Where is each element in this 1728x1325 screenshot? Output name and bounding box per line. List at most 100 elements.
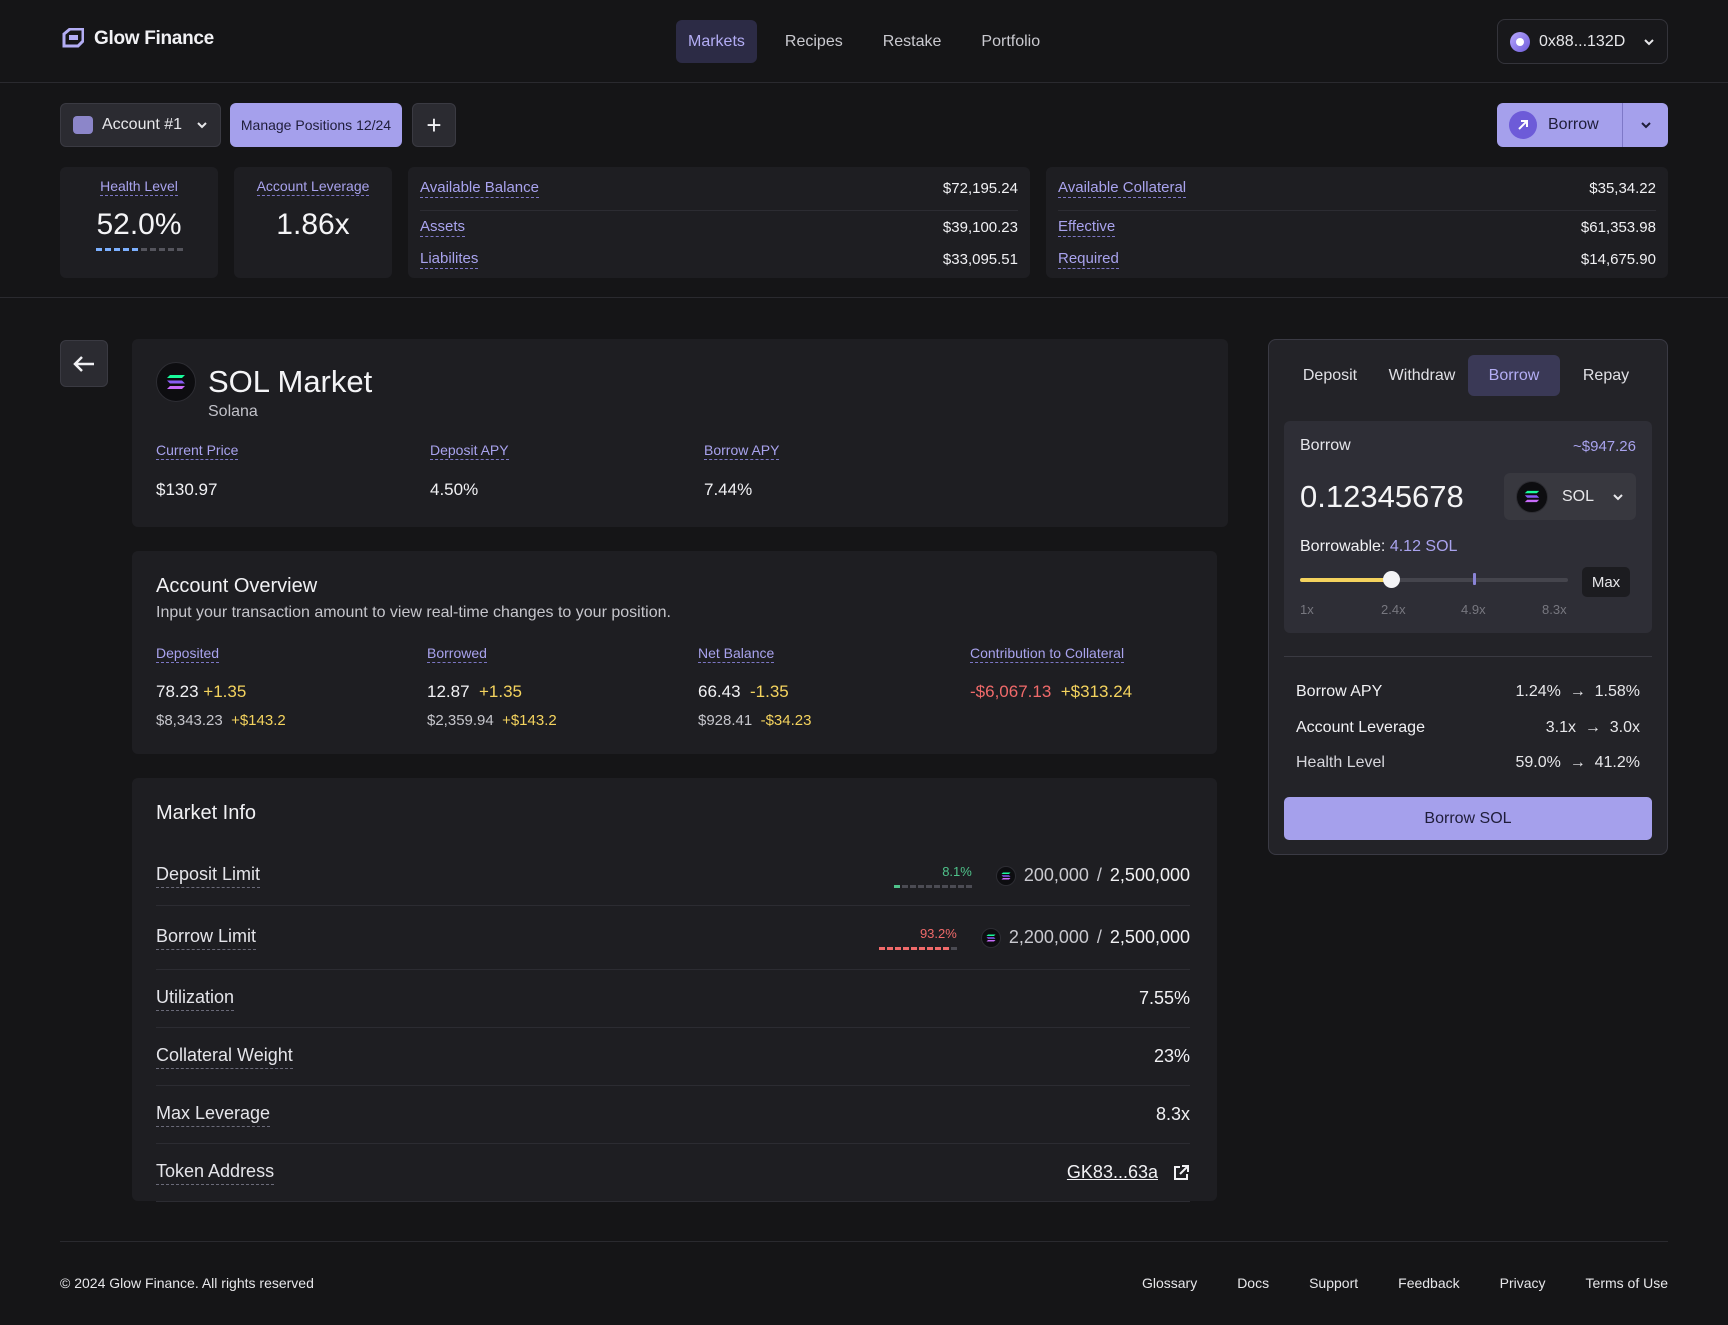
token-address-row: Token Address GK83...63a: [156, 1144, 1190, 1202]
token-address-label[interactable]: Token Address: [156, 1161, 275, 1185]
change-label: Account Leverage: [1296, 719, 1425, 736]
meter-segment: [176, 248, 183, 251]
borrow-sol-button[interactable]: Borrow SOL: [1284, 797, 1652, 840]
borrowed-usd: $2,359.94: [427, 712, 494, 729]
deposited-label[interactable]: Deposited: [156, 645, 220, 663]
nav-recipes[interactable]: Recipes: [773, 20, 855, 63]
deposit-limit-label[interactable]: Deposit Limit: [156, 864, 261, 888]
tab-withdraw[interactable]: Withdraw: [1376, 355, 1468, 396]
deposited-amount-delta: +1.35: [203, 682, 247, 701]
net-balance-usd: $928.41: [698, 712, 753, 729]
back-button[interactable]: [60, 340, 108, 387]
manage-positions-button[interactable]: Manage Positions 12/24: [230, 103, 402, 147]
account-selector[interactable]: Account #1: [60, 103, 221, 147]
slider-tick: 1x: [1300, 602, 1314, 617]
meter-segment: [894, 946, 901, 950]
collateral-weight-value: 23%: [1153, 1046, 1190, 1066]
change-to: 1.58%: [1594, 683, 1640, 700]
chevron-down-icon: [1644, 38, 1654, 45]
deposit-apy-label[interactable]: Deposit APY: [430, 442, 509, 460]
footer-link-support[interactable]: Support: [1309, 1275, 1358, 1291]
slider-fill: [1300, 578, 1391, 582]
slider-tick: 8.3x: [1542, 602, 1567, 617]
borrow-limit-label[interactable]: Borrow Limit: [156, 926, 257, 950]
solana-icon: [156, 362, 196, 402]
available-balance-label[interactable]: Available Balance: [420, 179, 539, 198]
tab-repay[interactable]: Repay: [1560, 355, 1652, 396]
required-label[interactable]: Required: [1058, 250, 1119, 269]
footer-link-terms[interactable]: Terms of Use: [1586, 1275, 1668, 1291]
market-info-title: Market Info: [156, 802, 257, 824]
slider-marker: [1473, 573, 1476, 585]
contribution-label[interactable]: Contribution to Collateral: [970, 645, 1125, 663]
borrow-main[interactable]: Borrow: [1497, 103, 1623, 147]
footer-link-privacy[interactable]: Privacy: [1500, 1275, 1546, 1291]
footer-link-feedback[interactable]: Feedback: [1398, 1275, 1459, 1291]
borrow-slash: /: [1096, 927, 1102, 947]
effective-label[interactable]: Effective: [1058, 218, 1116, 237]
max-button[interactable]: Max: [1582, 567, 1630, 597]
nav-markets[interactable]: Markets: [676, 20, 757, 63]
liabilities-label[interactable]: Liabilites: [420, 250, 479, 269]
borrow-dropdown-toggle[interactable]: [1623, 121, 1668, 129]
tab-deposit[interactable]: Deposit: [1284, 355, 1376, 396]
token-selector[interactable]: SOL: [1504, 473, 1636, 520]
meter-segment: [950, 946, 957, 950]
contribution-col: Contribution to Collateral -$6,067.13 +$…: [970, 645, 1132, 702]
borrowable-row: Borrowable: 4.12 SOL: [1300, 538, 1457, 556]
manage-positions-count: 12/24: [356, 117, 392, 133]
tab-borrow[interactable]: Borrow: [1468, 355, 1560, 396]
meter-segment: [167, 248, 174, 251]
add-account-button[interactable]: +: [412, 103, 456, 147]
borrowed-label[interactable]: Borrowed: [427, 645, 487, 663]
available-balance-value: $72,195.24: [942, 180, 1018, 197]
arrow-right-icon: →: [1569, 754, 1586, 771]
meter-segment: [95, 248, 102, 251]
change-from: 59.0%: [1515, 754, 1561, 771]
collateral-weight-label[interactable]: Collateral Weight: [156, 1045, 293, 1069]
meter-segment: [140, 248, 147, 251]
meter-segment: [878, 946, 885, 950]
slider-handle[interactable]: [1383, 571, 1400, 588]
net-balance-label[interactable]: Net Balance: [698, 645, 775, 663]
footer-links: Glossary Docs Support Feedback Privacy T…: [1142, 1275, 1668, 1291]
deposit-used: 200,000: [1023, 865, 1089, 885]
token-address-link[interactable]: GK83...63a: [1067, 1162, 1190, 1183]
nav-portfolio[interactable]: Portfolio: [969, 20, 1052, 63]
wallet-button[interactable]: 0x88...132D: [1497, 19, 1668, 64]
utilization-label[interactable]: Utilization: [156, 987, 235, 1011]
health-level-label[interactable]: Health Level: [100, 178, 178, 196]
leverage-slider[interactable]: [1300, 571, 1568, 588]
account-leverage-label[interactable]: Account Leverage: [256, 178, 370, 196]
max-leverage-label[interactable]: Max Leverage: [156, 1103, 271, 1127]
borrow-action-button[interactable]: Borrow: [1497, 103, 1668, 147]
slider-tick: 4.9x: [1461, 602, 1486, 617]
meter-segment: [949, 884, 956, 888]
external-link-icon[interactable]: [1172, 1164, 1190, 1182]
meter-segment: [158, 248, 165, 251]
footer-link-docs[interactable]: Docs: [1237, 1275, 1269, 1291]
nav-restake[interactable]: Restake: [871, 20, 954, 63]
deposit-total: 2,500,000: [1109, 865, 1190, 885]
deposit-limit-row: Deposit Limit 8.1% 200,000 / 2,500,000: [156, 846, 1190, 906]
borrow-limit-row: Borrow Limit 93.2% 2,200,000 / 2,500,000: [156, 906, 1190, 970]
borrow-limit-pct: 93.2%: [919, 925, 957, 941]
available-collateral-label[interactable]: Available Collateral: [1058, 179, 1187, 198]
market-info-card: Market Info Deposit Limit 8.1% 200,000 /…: [132, 778, 1217, 1202]
change-row-health-level: Health Level 59.0% → 41.2%: [1296, 754, 1640, 772]
footer-link-glossary[interactable]: Glossary: [1142, 1275, 1197, 1291]
deposit-limit-meter: 8.1%: [893, 864, 972, 888]
token-address-value[interactable]: GK83...63a: [1067, 1162, 1158, 1183]
available-balance-row: Available Balance $72,195.24: [420, 167, 1018, 211]
assets-label[interactable]: Assets: [420, 218, 466, 237]
meter-segment: [942, 946, 949, 950]
borrow-apy-label[interactable]: Borrow APY: [704, 442, 780, 460]
borrow-amount-input[interactable]: 0.12345678: [1300, 479, 1464, 515]
glow-logo-icon: [62, 28, 84, 48]
borrowable-value: 4.12 SOL: [1389, 538, 1458, 555]
current-price-label[interactable]: Current Price: [156, 442, 239, 460]
brand-logo[interactable]: Glow Finance: [60, 28, 214, 50]
change-label: Health Level: [1296, 754, 1385, 771]
current-price-stat: Current Price $130.97: [156, 442, 239, 500]
change-to: 3.0x: [1609, 719, 1640, 736]
